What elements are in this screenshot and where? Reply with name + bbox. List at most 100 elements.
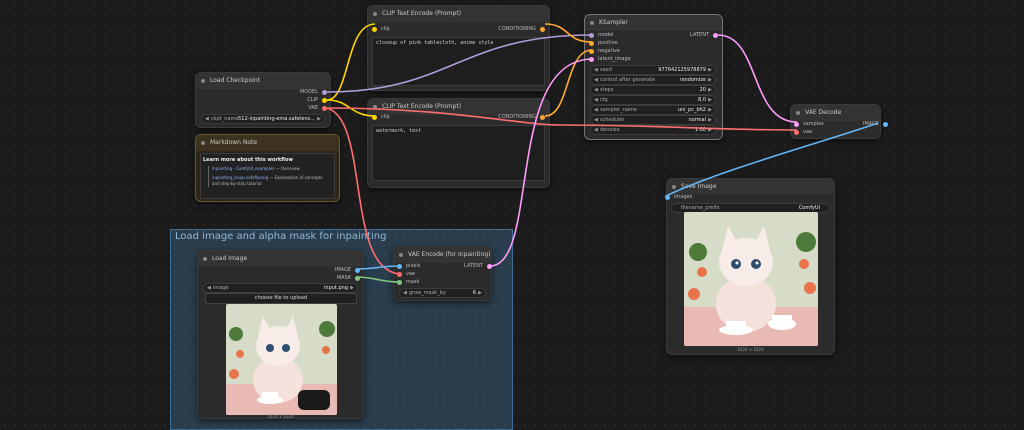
arrow-left-icon[interactable]: ◀ (594, 106, 598, 114)
clip-text-encode-positive-node[interactable]: CLIP Text Encode (Prompt) clip CONDITION… (367, 5, 550, 91)
image-select-widget[interactable]: ◀ image input.png ▶ (203, 283, 358, 293)
collapse-dot-icon[interactable] (201, 141, 205, 145)
model-output-slot[interactable]: MODEL (300, 89, 327, 96)
grow-mask-by-widget[interactable]: ◀ grow_mask_by 6 ▶ (399, 288, 486, 298)
node-title[interactable]: VAE Encode (for Inpainting) (394, 247, 491, 263)
slot-label: images (674, 194, 693, 200)
image-size-caption: 1024 × 1024 (737, 347, 764, 352)
arrow-right-icon[interactable]: ▶ (708, 116, 712, 124)
arrow-right-icon[interactable]: ▶ (708, 126, 712, 134)
widget-value: ComfyUI (798, 205, 820, 211)
negative-input-slot[interactable]: negative (589, 48, 620, 55)
scheduler-widget[interactable]: ◀ scheduler normal ▶ (590, 115, 716, 125)
widget-value: input.png (324, 285, 348, 291)
arrow-left-icon[interactable]: ◀ (207, 284, 211, 292)
slot-label: clip (381, 26, 390, 32)
arrow-left-icon[interactable]: ◀ (205, 115, 209, 123)
vae-decode-node[interactable]: VAE Decode samples vae IMAGE (790, 104, 888, 139)
steps-widget[interactable]: ◀ steps 20 ▶ (590, 85, 716, 95)
arrow-left-icon[interactable]: ◀ (594, 116, 598, 124)
collapse-dot-icon[interactable] (796, 111, 800, 115)
collapse-dot-icon[interactable] (201, 79, 205, 83)
widget-label: image (213, 285, 229, 291)
mask-output-slot[interactable]: MASK (337, 275, 360, 282)
markdown-note-node[interactable]: Markdown Note Learn more about this work… (195, 134, 340, 202)
load-image-node[interactable]: Load Image IMAGE MASK ◀ image input.png ▶ c… (197, 250, 364, 419)
arrow-right-icon[interactable]: ▶ (708, 76, 712, 84)
choose-file-button[interactable]: choose file to upload (205, 293, 357, 304)
slot-label: MODEL (299, 89, 318, 95)
slot-label: VAE (308, 105, 318, 111)
clip-input-slot[interactable]: clip (372, 114, 390, 121)
collapse-dot-icon[interactable] (373, 105, 377, 109)
node-title[interactable]: CLIP Text Encode (Prompt) (368, 6, 549, 22)
arrow-right-icon[interactable]: ▶ (708, 66, 712, 74)
arrow-left-icon[interactable]: ◀ (594, 86, 598, 94)
load-checkpoint-node[interactable]: Load Checkpoint MODEL CLIP VAE ◀ ckpt_nam… (195, 72, 331, 128)
note-link-2-suffix: — Explanation of concepts (267, 175, 323, 180)
images-input-slot[interactable]: images (665, 194, 692, 201)
model-input-slot[interactable]: model (589, 32, 614, 39)
mask-input-slot[interactable]: mask (397, 279, 419, 286)
collapse-dot-icon[interactable] (399, 253, 403, 257)
denoise-widget[interactable]: ◀ denoise 1.00 ▶ (590, 125, 716, 135)
arrow-left-icon[interactable]: ◀ (594, 96, 598, 104)
group-title[interactable]: Load image and alpha mask for inpainting (175, 231, 386, 242)
arrow-left-icon[interactable]: ◀ (594, 76, 598, 84)
arrow-right-icon[interactable]: ▶ (478, 289, 482, 297)
arrow-left-icon[interactable]: ◀ (594, 126, 598, 134)
image-size-caption: 1024 × 1024 (267, 414, 294, 419)
sampler-name-widget[interactable]: ◀ sampler_name uni_pc_bh2 ▶ (590, 105, 716, 115)
positive-input-slot[interactable]: positive (589, 40, 618, 47)
collapse-dot-icon[interactable] (373, 12, 377, 16)
node-title[interactable]: CLIP Text Encode (Prompt) (368, 99, 549, 115)
note-link-1[interactable]: Inpainting - ComfyUI_examples (212, 166, 274, 171)
arrow-right-icon[interactable]: ▶ (317, 115, 321, 123)
node-title[interactable]: Markdown Note (196, 135, 339, 151)
conditioning-output-slot[interactable]: CONDITIONING (498, 26, 545, 33)
node-title[interactable]: Load Image (198, 251, 363, 267)
image-output-slot[interactable]: IMAGE (335, 267, 360, 274)
slot-label: mask (406, 279, 420, 285)
slot-dot-icon (372, 115, 377, 120)
latent-image-input-slot[interactable]: latent_image (589, 56, 631, 63)
arrow-right-icon[interactable]: ▶ (708, 96, 712, 104)
note-link-2[interactable]: inpainting_cloop.safeflyonig (212, 175, 268, 180)
arrow-left-icon[interactable]: ◀ (403, 289, 407, 297)
widget-label: cfg (600, 97, 608, 103)
clip-text-encode-negative-node[interactable]: CLIP Text Encode (Prompt) clip CONDITION… (367, 98, 550, 188)
node-title[interactable]: Load Checkpoint (196, 73, 330, 89)
pixels-input-slot[interactable]: pixels (397, 263, 420, 270)
collapse-dot-icon[interactable] (203, 257, 207, 261)
arrow-left-icon[interactable]: ◀ (594, 66, 598, 74)
node-title[interactable]: VAE Decode (791, 105, 880, 121)
note-line-3: and step-by-step tutorial (212, 181, 262, 186)
cfg-widget[interactable]: ◀ cfg 8.0 ▶ (590, 95, 716, 105)
vae-encode-inpainting-node[interactable]: VAE Encode (for Inpainting) pixels vae m… (393, 246, 492, 301)
collapse-dot-icon[interactable] (672, 185, 676, 189)
latent-output-slot[interactable]: LATENT (690, 32, 718, 39)
arrow-right-icon[interactable]: ▶ (350, 284, 354, 292)
prompt-textarea[interactable]: closeup of pink tablecloth, anime style (372, 37, 545, 86)
slot-label: clip (381, 114, 390, 120)
node-title[interactable]: KSampler (585, 15, 722, 31)
clip-output-slot[interactable]: CLIP (307, 97, 327, 104)
vae-output-slot[interactable]: VAE (308, 105, 327, 112)
latent-output-slot[interactable]: LATENT (464, 263, 492, 270)
samples-input-slot[interactable]: samples (794, 121, 824, 128)
control-after-generate-widget[interactable]: ◀ control after generate randomize ▶ (590, 75, 716, 85)
clip-input-slot[interactable]: clip (372, 26, 390, 33)
image-output-slot[interactable]: IMAGE (863, 121, 888, 128)
vae-input-slot[interactable]: vae (397, 271, 415, 278)
arrow-right-icon[interactable]: ▶ (708, 106, 712, 114)
prompt-textarea[interactable]: watermark, text (372, 125, 545, 181)
save-image-node[interactable]: Save Image images filename_prefix ComfyUI… (665, 178, 835, 355)
arrow-right-icon[interactable]: ▶ (708, 86, 712, 94)
seed-widget[interactable]: ◀ seed 977642125978879 ▶ (590, 65, 716, 75)
vae-input-slot[interactable]: vae (794, 129, 812, 136)
ckpt-name-widget[interactable]: ◀ ckpt_name 512-inpainting-ema.safetens...… (201, 114, 325, 124)
ksampler-node[interactable]: KSampler model positive negative latent_… (584, 14, 723, 140)
collapse-dot-icon[interactable] (590, 21, 594, 25)
node-title[interactable]: Save Image (667, 179, 834, 195)
conditioning-output-slot[interactable]: CONDITIONING (498, 114, 545, 121)
